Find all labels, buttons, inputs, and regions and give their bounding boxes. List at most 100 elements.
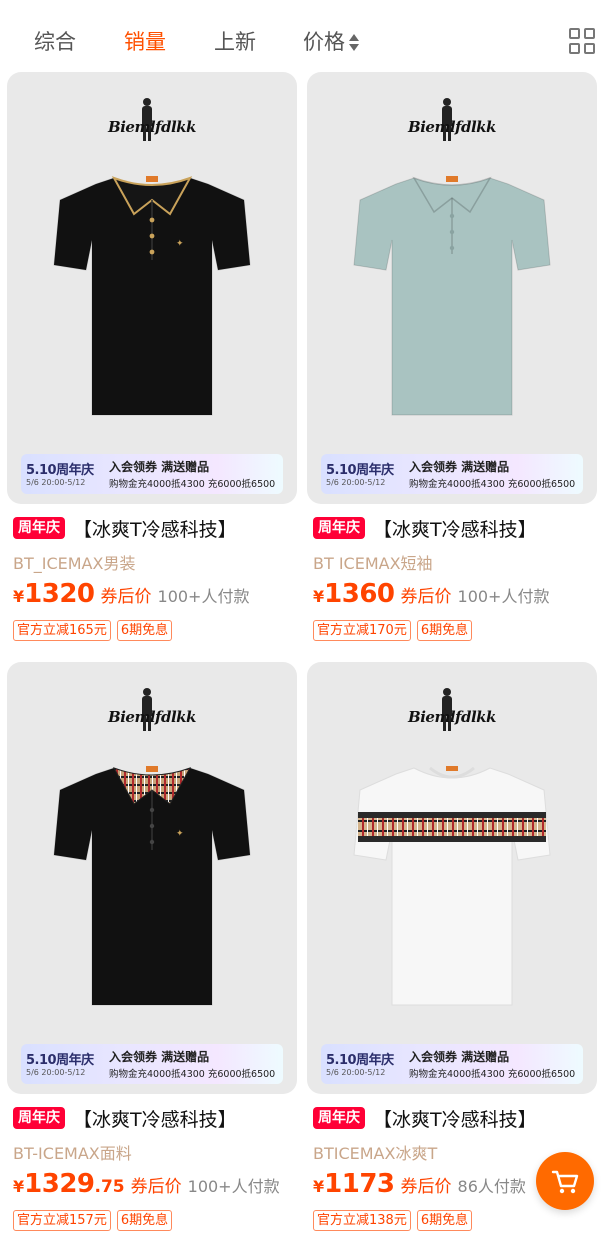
promo-chip: 官方立减138元: [313, 1210, 411, 1231]
price: 1320: [24, 579, 95, 609]
product-photo: ✦: [52, 760, 252, 1010]
product-title: 【冰爽T冷感科技】: [373, 518, 537, 541]
promo-line1: 入会领券 满送赠品: [109, 1050, 210, 1064]
badge-title: 5.10周年庆: [26, 463, 94, 478]
brand-logo-text: Biemlfdlkk: [108, 118, 196, 136]
brand-logo: Biemlfdlkk: [402, 98, 502, 144]
brand-logo: Biemlfdlkk: [102, 688, 202, 734]
badge-title: 5.10周年庆: [326, 463, 394, 478]
sort-arrows-icon: [349, 34, 359, 52]
product-image[interactable]: Biemlfdlkk ✦ 5.10周年庆 5/6 20:00-5/12 入会领券…: [7, 662, 297, 1094]
promo-chip: 6期免息: [116, 620, 173, 641]
product-image[interactable]: Biemlfdlkk 5.10周年庆 5/6 20:00-5/12 入会领券 满…: [307, 662, 597, 1094]
svg-text:✦: ✦: [176, 829, 184, 839]
anniversary-tag: 周年庆: [313, 517, 365, 539]
svg-text:✦: ✦: [176, 239, 184, 249]
sort-tab-price-label: 价格: [303, 30, 345, 54]
promo-line2: 购物金充4000抵4300 充6000抵6500: [409, 1069, 576, 1080]
brand-logo-text: Biemlfdlkk: [108, 708, 196, 726]
price-row: ¥ 1320 券后价 100+人付款: [13, 579, 249, 613]
product-photo: [352, 170, 552, 420]
promo-line1: 入会领券 满送赠品: [109, 460, 210, 474]
promo-chip: 6期免息: [116, 1210, 173, 1231]
badge-date: 5/6 20:00-5/12: [26, 1068, 86, 1077]
sort-tab-comprehensive[interactable]: 综合: [34, 26, 76, 58]
badge-date: 5/6 20:00-5/12: [326, 1068, 386, 1077]
currency-symbol: ¥: [13, 1177, 25, 1196]
product-subtitle: BTICEMAX冰爽T: [313, 1144, 438, 1163]
anniversary-tag: 周年庆: [313, 1107, 365, 1129]
product-card[interactable]: Biemlfdlkk 5.10周年庆 5/6 20:00-5/12 入会领券 满…: [307, 662, 597, 1233]
price-decimal: .75: [94, 1177, 125, 1197]
product-image[interactable]: Biemlfdlkk 5.10周年庆 5/6 20:00-5/12 入会领券 满…: [307, 72, 597, 504]
badge-title: 5.10周年庆: [26, 1053, 94, 1068]
promo-chip: 6期免息: [416, 1210, 473, 1231]
product-card[interactable]: Biemlfdlkk 5.10周年庆 5/6 20:00-5/12 入会领券 满…: [307, 72, 597, 662]
price-row: ¥ 1173 券后价 86人付款: [313, 1169, 526, 1203]
anniversary-badge: 5.10周年庆 5/6 20:00-5/12: [26, 459, 94, 487]
promo-chips: 官方立减157元 6期免息: [13, 1210, 178, 1231]
promo-line1: 入会领券 满送赠品: [409, 460, 510, 474]
buyer-count: 100+人付款: [187, 1177, 280, 1196]
promo-banner: 5.10周年庆 5/6 20:00-5/12 入会领券 满送赠品 购物金充400…: [321, 1044, 583, 1084]
anniversary-badge: 5.10周年庆 5/6 20:00-5/12: [326, 1049, 394, 1077]
promo-chip: 官方立减165元: [13, 620, 111, 641]
product-title-row[interactable]: 周年庆 【冰爽T冷感科技】: [313, 1104, 537, 1132]
promo-banner: 5.10周年庆 5/6 20:00-5/12 入会领券 满送赠品 购物金充400…: [321, 454, 583, 494]
product-card[interactable]: Biemlfdlkk ✦ 5.10周年庆 5/6 20:00-5/12 入会领券…: [7, 72, 297, 662]
price: 1360: [324, 579, 395, 609]
currency-symbol: ¥: [313, 1177, 325, 1196]
promo-line2: 购物金充4000抵4300 充6000抵6500: [409, 479, 576, 490]
after-coupon-label: 券后价: [400, 587, 452, 607]
anniversary-tag: 周年庆: [13, 1107, 65, 1129]
product-title: 【冰爽T冷感科技】: [73, 1108, 237, 1131]
anniversary-badge: 5.10周年庆 5/6 20:00-5/12: [326, 459, 394, 487]
badge-date: 5/6 20:00-5/12: [26, 478, 86, 487]
price-row: ¥ 1329 .75 券后价 100+人付款: [13, 1169, 280, 1203]
product-photo: ✦: [52, 170, 252, 420]
shirt-image: [353, 766, 551, 1006]
promo-chip: 6期免息: [416, 620, 473, 641]
product-title-row[interactable]: 周年庆 【冰爽T冷感科技】: [313, 514, 537, 542]
sort-bar: 综合 销量 上新 价格: [0, 0, 612, 76]
shirt-image: [353, 176, 551, 416]
promo-chip: 官方立减170元: [313, 620, 411, 641]
buyer-count: 86人付款: [457, 1177, 526, 1196]
after-coupon-label: 券后价: [100, 587, 152, 607]
brand-logo-text: Biemlfdlkk: [408, 118, 496, 136]
buyer-count: 100+人付款: [457, 587, 550, 606]
grid-view-icon[interactable]: [569, 28, 597, 56]
promo-banner: 5.10周年庆 5/6 20:00-5/12 入会领券 满送赠品 购物金充400…: [21, 454, 283, 494]
product-title: 【冰爽T冷感科技】: [373, 1108, 537, 1131]
promo-line2: 购物金充4000抵4300 充6000抵6500: [109, 1069, 276, 1080]
price: 1329: [24, 1169, 95, 1199]
shopping-cart-icon: [551, 1170, 579, 1194]
price: 1173: [324, 1169, 395, 1199]
promo-line1: 入会领券 满送赠品: [409, 1050, 510, 1064]
promo-banner: 5.10周年庆 5/6 20:00-5/12 入会领券 满送赠品 购物金充400…: [21, 1044, 283, 1084]
promo-chips: 官方立减165元 6期免息: [13, 620, 178, 641]
shirt-image: ✦: [53, 176, 251, 416]
promo-chips: 官方立减138元 6期免息: [313, 1210, 478, 1231]
anniversary-tag: 周年庆: [13, 517, 65, 539]
product-title-row[interactable]: 周年庆 【冰爽T冷感科技】: [13, 1104, 237, 1132]
product-image[interactable]: Biemlfdlkk ✦ 5.10周年庆 5/6 20:00-5/12 入会领券…: [7, 72, 297, 504]
product-subtitle: BT-ICEMAX面料: [13, 1144, 132, 1163]
shirt-image: ✦: [53, 766, 251, 1006]
sort-tab-price[interactable]: 价格: [303, 26, 359, 58]
currency-symbol: ¥: [313, 587, 325, 606]
cart-button[interactable]: [536, 1152, 594, 1210]
anniversary-badge: 5.10周年庆 5/6 20:00-5/12: [26, 1049, 94, 1077]
price-row: ¥ 1360 券后价 100+人付款: [313, 579, 549, 613]
product-card[interactable]: Biemlfdlkk ✦ 5.10周年庆 5/6 20:00-5/12 入会领券…: [7, 662, 297, 1233]
sort-tab-sales[interactable]: 销量: [124, 26, 166, 58]
product-title-row[interactable]: 周年庆 【冰爽T冷感科技】: [13, 514, 237, 542]
currency-symbol: ¥: [13, 587, 25, 606]
after-coupon-label: 券后价: [400, 1177, 452, 1197]
product-title: 【冰爽T冷感科技】: [73, 518, 237, 541]
badge-date: 5/6 20:00-5/12: [326, 478, 386, 487]
sort-tab-new[interactable]: 上新: [214, 26, 256, 58]
product-subtitle: BT ICEMAX短袖: [313, 554, 433, 573]
buyer-count: 100+人付款: [157, 587, 250, 606]
brand-logo: Biemlfdlkk: [102, 98, 202, 144]
